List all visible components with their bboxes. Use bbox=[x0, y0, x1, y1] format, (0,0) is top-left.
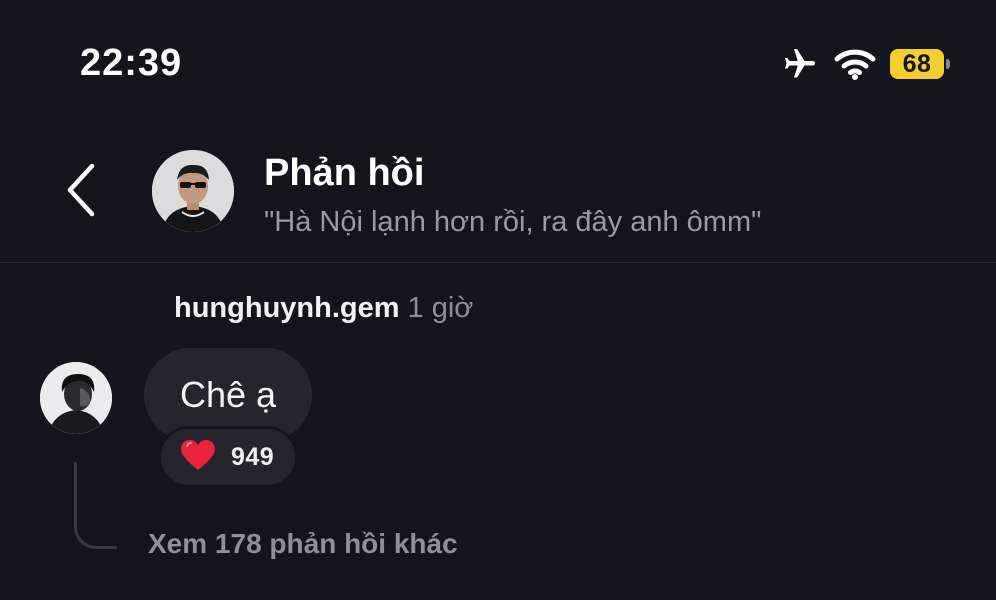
battery-icon: 68 bbox=[890, 49, 950, 79]
view-more-replies-link[interactable]: Xem 178 phản hồi khác bbox=[148, 528, 458, 560]
comment-text: Chê ạ bbox=[179, 374, 277, 415]
reaction-pill[interactable]: 949 bbox=[158, 426, 298, 488]
comment-meta: hunghuynh.gem 1 giờ bbox=[174, 292, 473, 325]
back-button[interactable] bbox=[56, 160, 106, 224]
reaction-count: 949 bbox=[231, 442, 275, 471]
battery-cap bbox=[946, 59, 950, 69]
post-caption: "Hà Nội lạnh hơn rồi, ra đây anh ômm" bbox=[264, 206, 762, 238]
reply-screen: 22:39 68 Phản hồi "Hà Nội lạnh hơn rồi, … bbox=[0, 0, 996, 600]
status-time: 22:39 bbox=[80, 42, 183, 84]
heart-icon bbox=[179, 438, 217, 477]
comment-username[interactable]: hunghuynh.gem bbox=[174, 292, 400, 324]
thread-connector bbox=[74, 462, 117, 549]
wifi-icon bbox=[834, 48, 876, 80]
comment-time: 1 giờ bbox=[407, 292, 474, 324]
battery-level: 68 bbox=[890, 49, 944, 79]
header-divider bbox=[0, 262, 996, 263]
chevron-left-icon bbox=[66, 163, 96, 222]
commenter-avatar[interactable] bbox=[40, 362, 112, 434]
status-icons: 68 bbox=[780, 44, 950, 84]
post-author-avatar[interactable] bbox=[152, 150, 234, 232]
airplane-mode-icon bbox=[780, 46, 820, 82]
page-title: Phản hồi bbox=[264, 152, 425, 194]
